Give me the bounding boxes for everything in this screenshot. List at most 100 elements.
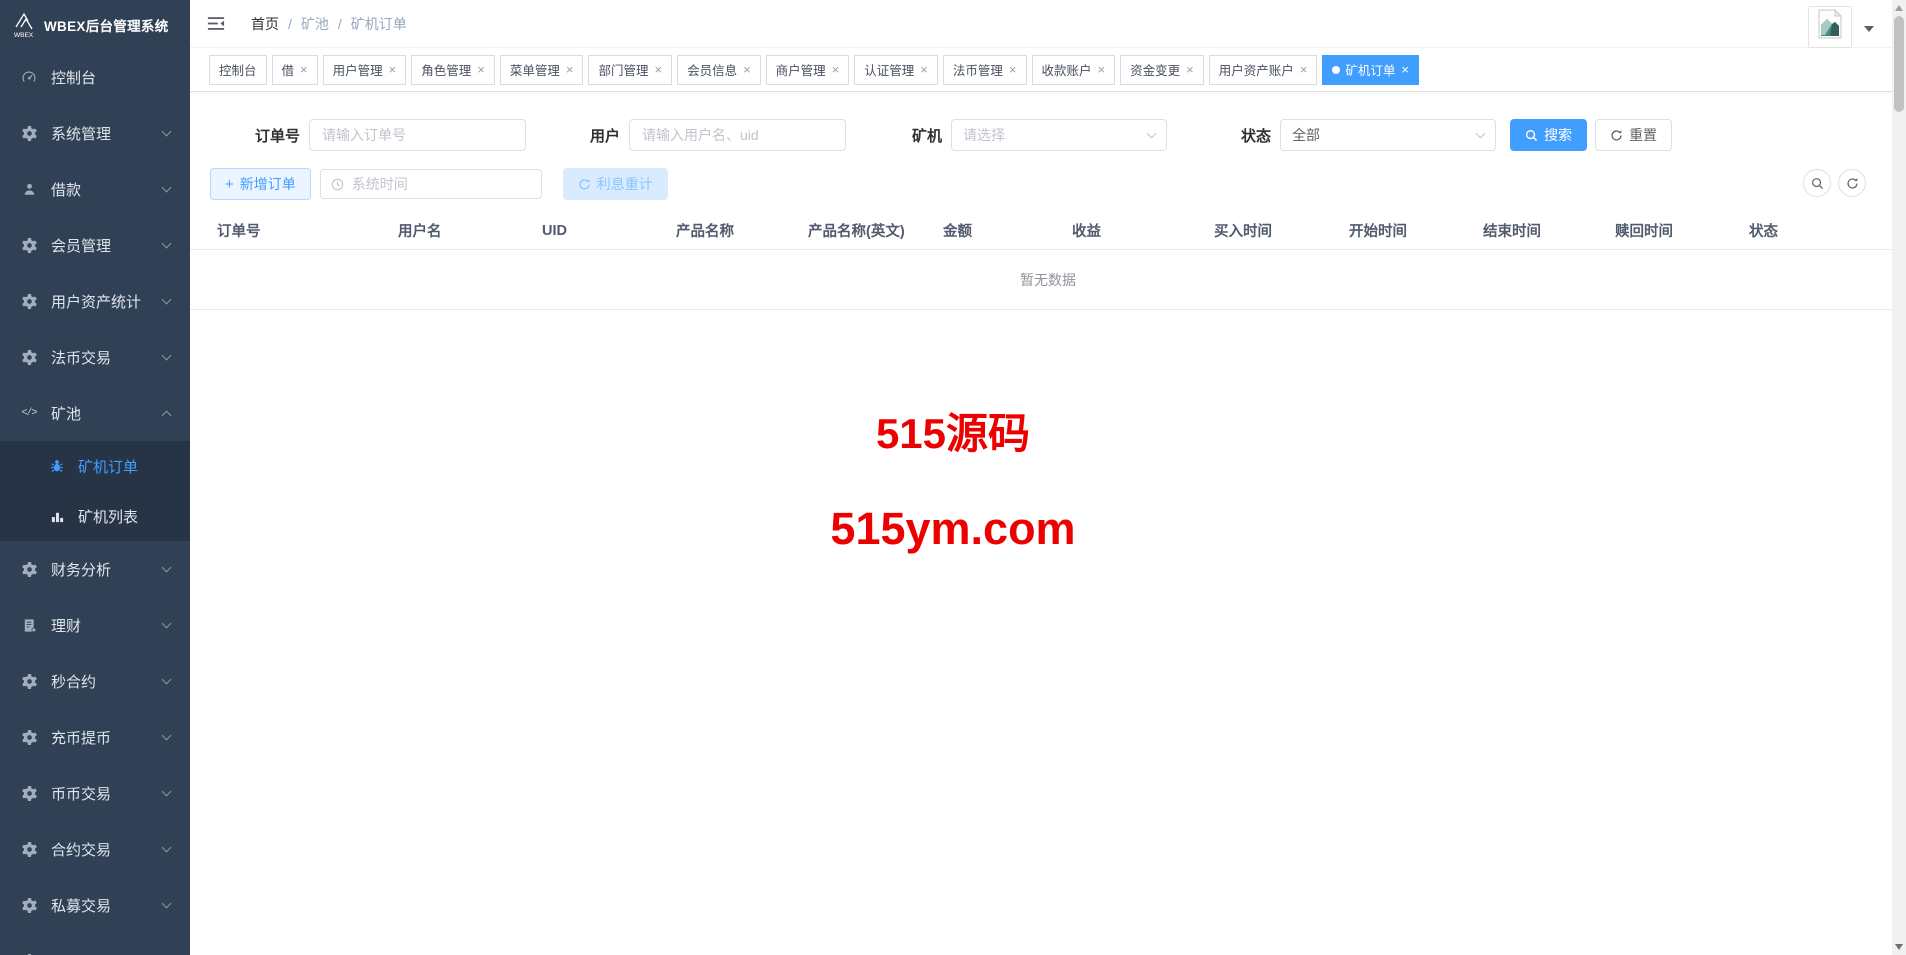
column-header: 买入时间	[1214, 220, 1349, 241]
table-refresh-button[interactable]	[1838, 169, 1866, 197]
sidebar-item-mining-pool[interactable]: </> 矿池	[0, 385, 190, 441]
chevron-down-icon	[1147, 128, 1157, 138]
add-order-label: 新增订单	[240, 174, 296, 194]
sidebar-item-user-assets[interactable]: 用户资产统计	[0, 273, 190, 329]
scroll-down-arrow-icon[interactable]	[1895, 944, 1903, 950]
scroll-up-arrow-icon[interactable]	[1895, 5, 1903, 11]
sidebar-item-private-trade[interactable]: 私募交易	[0, 877, 190, 933]
column-search-button[interactable]	[1803, 169, 1831, 197]
close-icon[interactable]: ×	[743, 63, 751, 76]
column-header: 开始时间	[1349, 220, 1483, 241]
sidebar-subitem-label: 矿机列表	[78, 506, 170, 527]
tab-user-mgmt[interactable]: 用户管理 ×	[323, 55, 407, 85]
app-logo[interactable]: WBEX WBEX后台管理系统	[0, 0, 190, 49]
breadcrumb-mining-pool[interactable]: 矿池	[301, 14, 329, 34]
table-tool-icons	[1803, 169, 1866, 197]
close-icon[interactable]: ×	[832, 63, 840, 76]
close-icon[interactable]: ×	[1300, 63, 1308, 76]
close-icon[interactable]: ×	[566, 63, 574, 76]
reset-button[interactable]: 重置	[1595, 119, 1672, 151]
sidebar-item-fiat-trade[interactable]: 法币交易	[0, 329, 190, 385]
miner-select[interactable]: 请选择	[951, 119, 1167, 151]
watermark-line2: 515ym.com	[0, 503, 1906, 555]
sidebar-item-spot-trade[interactable]: 币币交易	[0, 765, 190, 821]
tab-dept-mgmt[interactable]: 部门管理 ×	[588, 55, 672, 85]
tab-fund-change[interactable]: 资金变更×	[1120, 55, 1204, 85]
gear-icon	[20, 786, 38, 801]
sidebar-item-members[interactable]: 会员管理	[0, 217, 190, 273]
tab-label: 用户管理	[333, 60, 383, 79]
tab-user-asset-account[interactable]: 用户资产账户×	[1209, 55, 1318, 85]
scrollbar-thumb[interactable]	[1894, 16, 1904, 112]
tab-label: 矿机订单	[1345, 60, 1395, 79]
sidebar: WBEX WBEX后台管理系统 控制台 系统管理 借款	[0, 0, 190, 955]
close-icon[interactable]: ×	[477, 63, 485, 76]
sidebar-item-system-mgmt[interactable]: 系统管理	[0, 105, 190, 161]
sidebar-item-label: 控制台	[51, 67, 170, 88]
filter-miner: 矿机 请选择	[912, 119, 1167, 151]
tab-fiat-mgmt[interactable]: 法币管理×	[943, 55, 1027, 85]
sidebar-item-contract-trade[interactable]: 合约交易	[0, 821, 190, 877]
system-time-picker[interactable]	[320, 169, 542, 199]
wbex-logo-icon: WBEX	[12, 11, 36, 39]
tab-miner-orders[interactable]: 矿机订单 ×	[1322, 55, 1419, 85]
sidebar-item-finance-analysis[interactable]: 财务分析	[0, 541, 190, 597]
sidebar-item-partial[interactable]	[0, 933, 190, 955]
chevron-down-icon	[162, 674, 172, 684]
close-icon[interactable]: ×	[1401, 63, 1409, 76]
sidebar-item-dashboard[interactable]: 控制台	[0, 49, 190, 105]
close-icon[interactable]: ×	[654, 63, 662, 76]
tab-payment-account[interactable]: 收款账户×	[1032, 55, 1116, 85]
close-icon[interactable]: ×	[1009, 63, 1017, 76]
status-select-value: 全部	[1292, 125, 1320, 145]
active-dot-icon	[1332, 66, 1340, 74]
column-header: 产品名称(英文)	[808, 220, 943, 241]
order-no-input[interactable]	[309, 119, 526, 151]
sidebar-subitem-miner-list[interactable]: 矿机列表	[0, 491, 190, 541]
top-navbar: 首页 / 矿池 / 矿机订单	[190, 0, 1906, 48]
close-icon[interactable]: ×	[300, 63, 308, 76]
user-menu	[1808, 6, 1874, 48]
close-icon[interactable]: ×	[1186, 63, 1194, 76]
hamburger-icon[interactable]	[207, 15, 225, 32]
sidebar-item-loans[interactable]: 借款	[0, 161, 190, 217]
interest-recalc-button[interactable]: 利息重计	[563, 168, 668, 200]
tab-merchant-mgmt[interactable]: 商户管理×	[766, 55, 850, 85]
add-order-button[interactable]: + 新增订单	[210, 168, 311, 200]
tab-label: 控制台	[219, 60, 257, 79]
page-scrollbar[interactable]	[1892, 0, 1906, 955]
breadcrumb-home[interactable]: 首页	[251, 14, 279, 34]
search-button-label: 搜索	[1544, 125, 1572, 145]
user-input[interactable]	[629, 119, 846, 151]
breadcrumb: 首页 / 矿池 / 矿机订单	[251, 14, 407, 34]
avatar[interactable]	[1808, 6, 1852, 48]
tab-loan[interactable]: 借×	[272, 55, 318, 85]
chevron-down-icon	[1476, 128, 1486, 138]
close-icon[interactable]: ×	[1098, 63, 1106, 76]
tab-menu-mgmt[interactable]: 菜单管理×	[500, 55, 584, 85]
status-select[interactable]: 全部	[1280, 119, 1496, 151]
tab-member-info[interactable]: 会员信息×	[677, 55, 761, 85]
sidebar-item-label: 用户资产统计	[51, 291, 163, 312]
tab-label: 角色管理	[421, 60, 471, 79]
search-icon	[1525, 129, 1538, 142]
close-icon[interactable]: ×	[920, 63, 928, 76]
sidebar-item-wealth[interactable]: 理财	[0, 597, 190, 653]
user-dropdown-caret-icon[interactable]	[1864, 26, 1874, 32]
close-icon[interactable]: ×	[389, 63, 397, 76]
tab-auth-mgmt[interactable]: 认证管理×	[854, 55, 938, 85]
sidebar-item-deposit-withdraw[interactable]: 充币提币	[0, 709, 190, 765]
gear-icon	[20, 126, 38, 141]
sidebar-item-label: 法币交易	[51, 347, 163, 368]
sidebar-item-label: 币币交易	[51, 783, 163, 804]
system-time-input[interactable]	[352, 176, 531, 192]
sidebar-item-second-contract[interactable]: 秒合约	[0, 653, 190, 709]
tab-console[interactable]: 控制台	[209, 55, 267, 85]
search-button[interactable]: 搜索	[1510, 119, 1587, 151]
sidebar-subitem-miner-orders[interactable]: 矿机订单	[0, 441, 190, 491]
tab-label: 借	[282, 60, 295, 79]
gear-icon	[20, 730, 38, 745]
tab-label: 部门管理	[598, 60, 648, 79]
gear-icon	[20, 842, 38, 857]
tab-role-mgmt[interactable]: 角色管理 ×	[411, 55, 495, 85]
